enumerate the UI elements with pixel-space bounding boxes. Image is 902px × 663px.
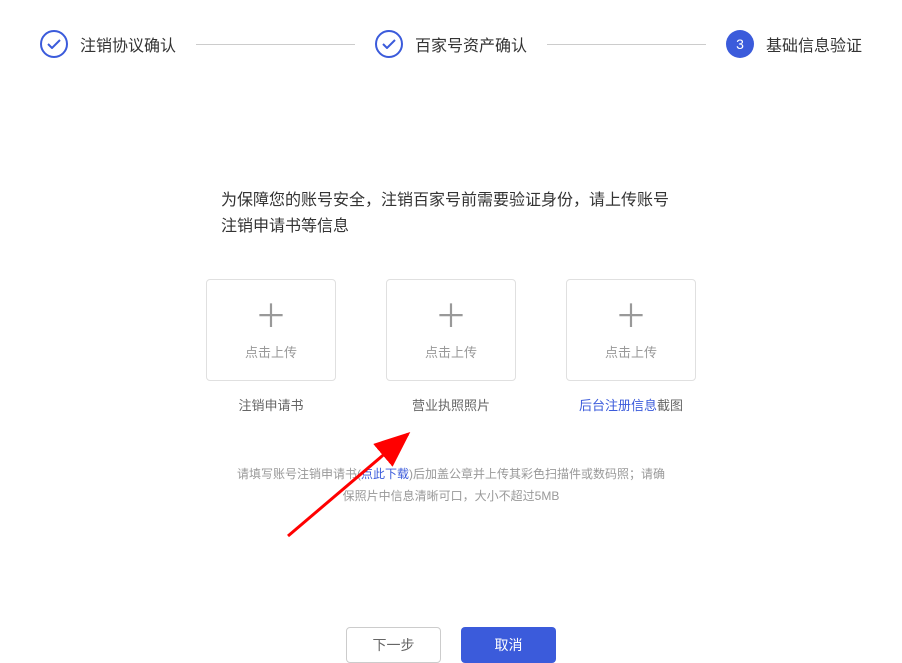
upload-label-screenshot-blue: 后台注册信息 [579, 398, 657, 413]
step-3-circle: 3 [726, 30, 754, 58]
step-1-circle [40, 30, 68, 58]
instruction-text: 为保障您的账号安全，注销百家号前需要验证身份，请上传账号注销申请书等信息 [221, 188, 681, 239]
hint-line2: 保照片中信息清晰可口，大小不超过5MB [343, 489, 560, 503]
download-link[interactable]: 点此下载 [361, 467, 409, 481]
upload-zone-screenshot[interactable]: ＋ 点击上传 [566, 279, 696, 381]
upload-box-application: ＋ 点击上传 注销申请书 [206, 279, 336, 414]
step-2-circle [375, 30, 403, 58]
step-2-label: 百家号资产确认 [415, 32, 527, 56]
step-2: 百家号资产确认 [375, 30, 527, 58]
plus-icon: ＋ [255, 300, 287, 332]
upload-text: 点击上传 [605, 342, 657, 361]
next-button[interactable]: 下一步 [346, 627, 441, 663]
step-1-label: 注销协议确认 [80, 32, 176, 56]
check-icon [47, 39, 61, 49]
step-line-1 [196, 44, 355, 45]
upload-row: ＋ 点击上传 注销申请书 ＋ 点击上传 营业执照照片 ＋ 点击上传 后台注册信息… [0, 279, 902, 414]
main-content: 为保障您的账号安全，注销百家号前需要验证身份，请上传账号注销申请书等信息 ＋ 点… [0, 78, 902, 663]
upload-text: 点击上传 [245, 342, 297, 361]
step-3-label: 基础信息验证 [766, 32, 862, 56]
upload-label-screenshot-suffix: 截图 [657, 398, 683, 413]
hint-prefix: 请填写账号注销申请书( [237, 467, 361, 481]
upload-label-license: 营业执照照片 [412, 395, 490, 414]
button-row: 下一步 取消 [0, 627, 902, 663]
upload-label-application: 注销申请书 [238, 395, 303, 414]
step-1: 注销协议确认 [40, 30, 176, 58]
step-3: 3 基础信息验证 [726, 30, 862, 58]
upload-label-screenshot: 后台注册信息截图 [579, 395, 683, 414]
upload-box-screenshot: ＋ 点击上传 后台注册信息截图 [566, 279, 696, 414]
plus-icon: ＋ [435, 300, 467, 332]
check-icon [382, 39, 396, 49]
upload-zone-license[interactable]: ＋ 点击上传 [386, 279, 516, 381]
plus-icon: ＋ [615, 300, 647, 332]
step-line-2 [547, 44, 706, 45]
upload-box-license: ＋ 点击上传 营业执照照片 [386, 279, 516, 414]
cancel-button[interactable]: 取消 [461, 627, 556, 663]
hint-suffix: )后加盖公章并上传其彩色扫描件或数码照；请确 [409, 467, 665, 481]
upload-zone-application[interactable]: ＋ 点击上传 [206, 279, 336, 381]
upload-text: 点击上传 [425, 342, 477, 361]
hint-text: 请填写账号注销申请书(点此下载)后加盖公章并上传其彩色扫描件或数码照；请确 保照… [0, 464, 902, 507]
progress-stepper: 注销协议确认 百家号资产确认 3 基础信息验证 [0, 0, 902, 78]
